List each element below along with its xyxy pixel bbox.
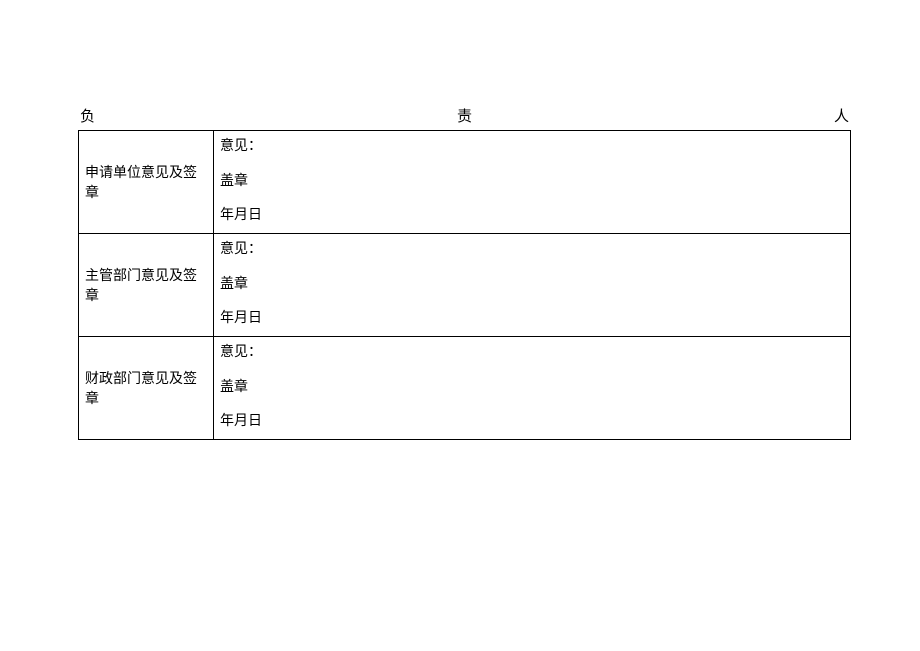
opinion-label: 意见： <box>220 139 844 156</box>
header-char-3: 人 <box>834 105 849 126</box>
header-char-2: 责 <box>457 105 472 126</box>
row-label-department: 主管部门意见及签章 <box>79 234 214 337</box>
seal-label: 盖章 <box>220 380 844 397</box>
header-char-1: 负 <box>80 105 95 126</box>
form-container: 负 责 人 申请单位意见及签章 意见： 盖章 年月日 主管部门意见及签章 意见：… <box>78 105 851 440</box>
table-row: 主管部门意见及签章 意见： 盖章 年月日 <box>79 234 851 337</box>
date-label: 年月日 <box>220 414 844 431</box>
seal-label: 盖章 <box>220 277 844 294</box>
row-label-applicant: 申请单位意见及签章 <box>79 131 214 234</box>
opinion-table: 申请单位意见及签章 意见： 盖章 年月日 主管部门意见及签章 意见： 盖章 年月… <box>78 130 851 440</box>
row-content-department: 意见： 盖章 年月日 <box>214 234 851 337</box>
date-label: 年月日 <box>220 208 844 225</box>
content-block: 意见： 盖章 年月日 <box>220 345 844 431</box>
date-label: 年月日 <box>220 311 844 328</box>
seal-label: 盖章 <box>220 174 844 191</box>
table-row: 财政部门意见及签章 意见： 盖章 年月日 <box>79 337 851 440</box>
opinion-label: 意见： <box>220 345 844 362</box>
table-row: 申请单位意见及签章 意见： 盖章 年月日 <box>79 131 851 234</box>
header-line: 负 责 人 <box>78 105 851 126</box>
opinion-label: 意见： <box>220 242 844 259</box>
row-label-finance: 财政部门意见及签章 <box>79 337 214 440</box>
content-block: 意见： 盖章 年月日 <box>220 139 844 225</box>
row-content-applicant: 意见： 盖章 年月日 <box>214 131 851 234</box>
row-content-finance: 意见： 盖章 年月日 <box>214 337 851 440</box>
content-block: 意见： 盖章 年月日 <box>220 242 844 328</box>
